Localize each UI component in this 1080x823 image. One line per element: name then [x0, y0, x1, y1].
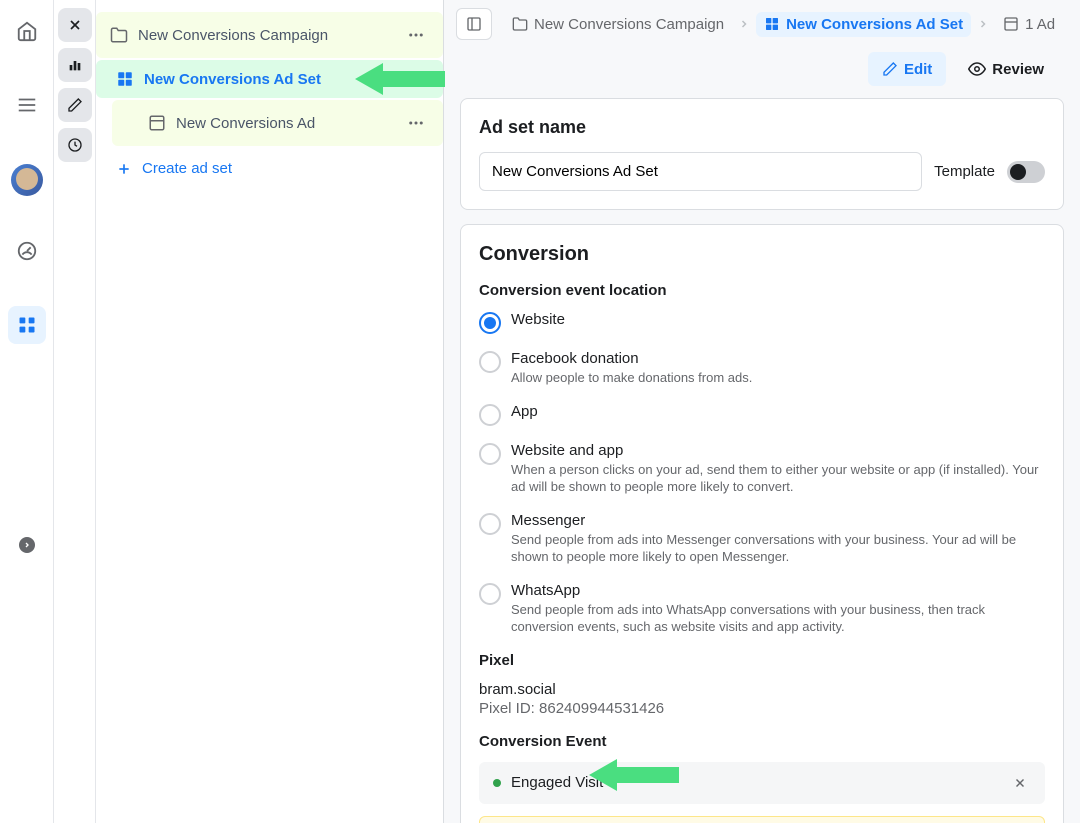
radio-messenger[interactable]: Messenger Send people from ads into Mess…: [479, 512, 1045, 566]
pencil-icon[interactable]: [58, 88, 92, 122]
option-title: Website: [511, 311, 565, 328]
breadcrumb-campaign-label: New Conversions Campaign: [534, 16, 724, 33]
radio-indicator: [479, 443, 501, 465]
clear-event-icon[interactable]: [1009, 772, 1031, 794]
tree-ad-label: New Conversions Ad: [176, 115, 393, 132]
radio-indicator: [479, 513, 501, 535]
action-bar: Edit Review: [444, 48, 1080, 98]
radio-indicator: [479, 351, 501, 373]
radio-facebook-donation[interactable]: Facebook donation Allow people to make d…: [479, 350, 1045, 387]
chart-icon[interactable]: [58, 48, 92, 82]
radio-indicator: [479, 583, 501, 605]
clock-icon[interactable]: [58, 128, 92, 162]
conversion-event-value: Engaged Visit: [511, 774, 1009, 791]
breadcrumb-bar: New Conversions Campaign New Conversions…: [444, 0, 1080, 48]
option-desc: Allow people to make donations from ads.: [511, 369, 752, 387]
main-panel: New Conversions Campaign New Conversions…: [444, 0, 1080, 823]
breadcrumb-adset[interactable]: New Conversions Ad Set: [756, 12, 971, 37]
radio-indicator: [479, 312, 501, 334]
radio-whatsapp[interactable]: WhatsApp Send people from ads into Whats…: [479, 582, 1045, 636]
tree-campaign-label: New Conversions Campaign: [138, 27, 393, 44]
breadcrumb-campaign[interactable]: New Conversions Campaign: [504, 12, 732, 37]
chevron-right-icon: [977, 18, 989, 30]
plus-icon: [116, 161, 132, 177]
conversion-event-title: Conversion Event: [479, 733, 1045, 750]
pencil-icon: [882, 61, 898, 77]
highlight-arrow-icon: [589, 757, 679, 793]
more-icon[interactable]: [403, 22, 429, 48]
tree-adset-item[interactable]: New Conversions Ad Set: [96, 60, 443, 98]
status-dot-icon: [493, 779, 501, 787]
template-label: Template: [934, 163, 995, 180]
pixel-id: Pixel ID: 862409944531426: [479, 700, 1045, 717]
ad-icon: [1003, 16, 1019, 32]
option-title: WhatsApp: [511, 582, 1045, 599]
adset-name-title: Ad set name: [479, 117, 1045, 138]
gauge-icon[interactable]: [8, 232, 46, 270]
folder-icon: [512, 16, 528, 32]
home-icon[interactable]: [8, 12, 46, 50]
vertical-toolbar: [54, 0, 96, 823]
tree-campaign-item[interactable]: New Conversions Campaign: [96, 12, 443, 58]
chevron-right-icon: [738, 18, 750, 30]
pixel-name: bram.social: [479, 681, 1045, 698]
option-title: Messenger: [511, 512, 1045, 529]
conversion-title: Conversion: [479, 243, 1045, 266]
breadcrumb-ad-label: 1 Ad: [1025, 16, 1055, 33]
conversion-event-select[interactable]: Engaged Visit: [479, 762, 1045, 804]
conversion-location-title: Conversion event location: [479, 282, 1045, 299]
option-desc: When a person clicks on your ad, send th…: [511, 461, 1045, 496]
eye-icon: [968, 60, 986, 78]
grid-icon[interactable]: [8, 306, 46, 344]
folder-icon: [110, 26, 128, 44]
radio-app[interactable]: App: [479, 403, 1045, 426]
ios-warning: This event hasn't been prioritized for i…: [479, 816, 1045, 823]
conversion-card: Conversion Conversion event location Web…: [460, 224, 1064, 823]
adset-grid-icon: [764, 16, 780, 32]
radio-indicator: [479, 404, 501, 426]
adset-grid-icon: [116, 70, 134, 88]
option-desc: Send people from ads into WhatsApp conve…: [511, 601, 1045, 636]
adset-name-input[interactable]: [479, 152, 922, 191]
left-icon-rail: [0, 0, 54, 823]
pixel-title: Pixel: [479, 652, 1045, 669]
option-desc: Send people from ads into Messenger conv…: [511, 531, 1045, 566]
radio-website[interactable]: Website: [479, 311, 1045, 334]
option-title: Website and app: [511, 442, 1045, 459]
content-scroll: Ad set name Template Conversion Conversi…: [444, 98, 1080, 823]
campaign-tree: New Conversions Campaign New Conversions…: [96, 0, 444, 823]
collapse-panel-icon[interactable]: [456, 8, 492, 40]
review-label: Review: [992, 61, 1044, 78]
breadcrumb-adset-label: New Conversions Ad Set: [786, 16, 963, 33]
expand-rail-icon[interactable]: [19, 537, 35, 553]
edit-button[interactable]: Edit: [868, 52, 946, 86]
review-button[interactable]: Review: [954, 52, 1058, 86]
adset-name-card: Ad set name Template: [460, 98, 1064, 210]
create-adset-label: Create ad set: [142, 160, 232, 177]
breadcrumb-ad[interactable]: 1 Ad: [995, 12, 1063, 37]
ad-icon: [148, 114, 166, 132]
edit-label: Edit: [904, 61, 932, 78]
highlight-arrow-icon: [355, 61, 445, 97]
create-adset-button[interactable]: Create ad set: [96, 148, 443, 189]
template-toggle[interactable]: [1007, 161, 1045, 183]
option-title: App: [511, 403, 538, 420]
radio-website-and-app[interactable]: Website and app When a person clicks on …: [479, 442, 1045, 496]
tree-ad-item[interactable]: New Conversions Ad: [112, 100, 443, 146]
user-avatar[interactable]: [11, 164, 43, 196]
close-icon[interactable]: [58, 8, 92, 42]
option-title: Facebook donation: [511, 350, 752, 367]
menu-icon[interactable]: [8, 86, 46, 124]
more-icon[interactable]: [403, 110, 429, 136]
